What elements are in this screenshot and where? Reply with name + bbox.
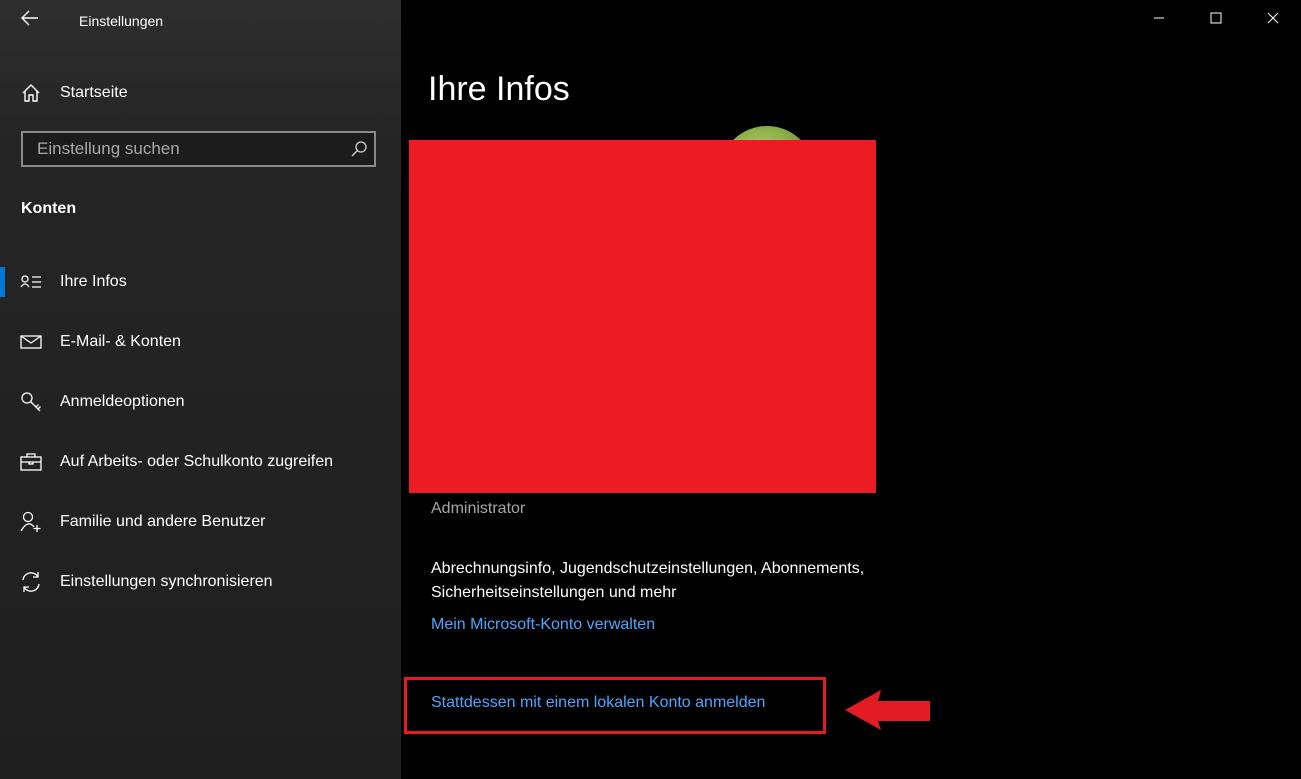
nav-home[interactable]: Startseite [0,72,401,114]
add-person-icon [20,511,42,533]
back-button[interactable] [12,4,48,36]
person-card-icon [20,271,42,293]
briefcase-icon [20,451,42,473]
sidebar-item-anmeldeoptionen[interactable]: Anmeldeoptionen [0,372,401,432]
sidebar-item-familie-benutzer[interactable]: Familie und andere Benutzer [0,492,401,552]
sidebar-item-email-konten[interactable]: E-Mail- & Konten [0,312,401,372]
minimize-icon [1153,11,1165,29]
account-role: Administrator [431,500,526,517]
sidebar-item-label: Einstellungen synchronisieren [60,573,273,590]
section-title: Konten [21,200,77,217]
mail-icon [20,331,42,353]
app-title: Einstellungen [79,13,164,29]
search-box [21,131,376,167]
redaction-block [409,140,876,493]
account-info-text: Abrechnungsinfo, Jugendschutzeinstellung… [431,560,865,601]
close-button[interactable] [1244,0,1301,40]
key-icon [20,391,42,413]
sidebar-item-ihre-infos[interactable]: Ihre Infos [0,252,401,312]
back-arrow-icon [21,10,39,31]
close-icon [1267,11,1279,29]
nav-home-label: Startseite [60,84,128,101]
sidebar-item-label: Ihre Infos [60,273,127,290]
local-account-signin-link[interactable]: Stattdessen mit einem lokalen Konto anme… [431,694,765,712]
nav-list: Ihre Infos E-Mail- & Konten Anmeldeoptio… [0,252,401,612]
maximize-icon [1210,11,1222,29]
minimize-button[interactable] [1130,0,1187,40]
sidebar-item-arbeits-schulkonto[interactable]: Auf Arbeits- oder Schulkonto zugreifen [0,432,401,492]
sidebar-item-label: Familie und andere Benutzer [60,513,266,530]
home-icon [20,82,42,104]
maximize-button[interactable] [1187,0,1244,40]
sync-icon [20,571,42,593]
sidebar-item-synchronisieren[interactable]: Einstellungen synchronisieren [0,552,401,612]
main-content: Ihre Infos Administrator Abrechnungsinfo… [401,0,1301,779]
manage-microsoft-account-link[interactable]: Mein Microsoft-Konto verwalten [431,616,655,634]
sidebar-item-label: Anmeldeoptionen [60,393,185,410]
page-title: Ihre Infos [428,70,570,108]
settings-window: Einstellungen Startseite Konten [0,0,1301,779]
search-input[interactable] [23,138,344,160]
search-icon[interactable] [344,134,374,164]
sidebar-item-label: E-Mail- & Konten [60,333,181,350]
sidebar-item-label: Auf Arbeits- oder Schulkonto zugreifen [60,453,334,470]
annotation-arrow-icon [845,690,930,730]
title-bar: Einstellungen [0,0,401,44]
window-controls [1130,0,1301,40]
sidebar: Einstellungen Startseite Konten [0,0,401,779]
